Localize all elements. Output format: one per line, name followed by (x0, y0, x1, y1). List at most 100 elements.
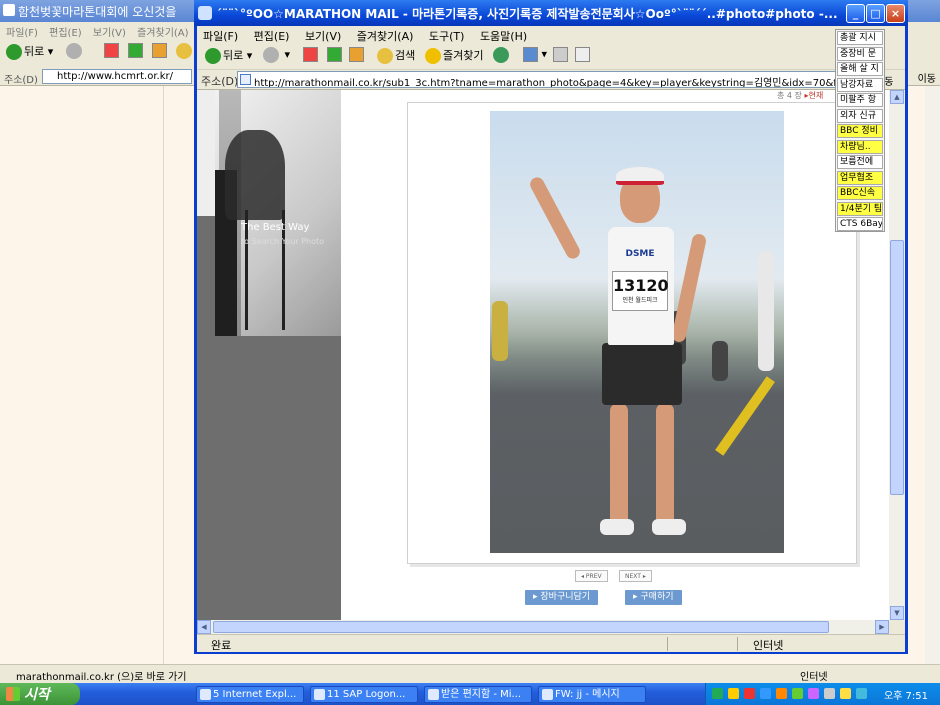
bg-go-button[interactable]: 이동 (918, 70, 936, 85)
tray-icon-2[interactable] (728, 688, 739, 699)
stop-icon (104, 43, 119, 58)
sticky-note-item[interactable]: 올해 살 지 (837, 62, 883, 76)
menu-help[interactable]: 도움말(H) (480, 30, 527, 43)
bg-search-button[interactable] (176, 43, 194, 63)
bg-menu-file[interactable]: 파일(F) (6, 28, 38, 39)
tray-icon-8[interactable] (824, 688, 835, 699)
menu-favorites[interactable]: 즐겨찾기(A) (357, 30, 414, 43)
buy-button[interactable]: ▸ 구매하기 (625, 590, 682, 605)
prev-button[interactable]: ◂ PREV (575, 570, 608, 582)
bg-menu-edit[interactable]: 편집(E) (49, 28, 82, 39)
refresh-button[interactable] (327, 47, 342, 67)
horizontal-scrollbar[interactable]: ◀ ▶ (197, 620, 889, 634)
taskbar-item-ie[interactable]: 5 Internet Expl... (196, 686, 304, 703)
statusbar: 완료 인터넷 (197, 634, 905, 652)
photo-search-side-panel: The Best Way to Search Your Photo (197, 90, 341, 620)
tray-icon-3[interactable] (744, 688, 755, 699)
scroll-right-icon[interactable]: ▶ (875, 620, 889, 634)
runner-figure: DSME 13120 인천 월드피크 (527, 167, 708, 547)
bg-home-button[interactable] (152, 43, 167, 63)
taskbar-item-message[interactable]: FW: jj - 메시지 (538, 686, 646, 703)
back-arrow-icon (205, 48, 221, 64)
home-icon (349, 47, 364, 62)
vertical-scrollbar[interactable]: ▲ ▼ (889, 90, 905, 620)
scroll-down-icon[interactable]: ▼ (890, 606, 904, 620)
page-content: The Best Way to Search Your Photo 총 4 장 … (197, 90, 889, 620)
sticky-note-item[interactable]: 미팔주 항 (837, 93, 883, 107)
address-bar: 주소(D) http://marathonmail.co.kr/sub1_3c.… (197, 70, 905, 90)
ie-page-icon (3, 4, 15, 16)
sticky-note-item[interactable]: 보름전에 (837, 155, 883, 169)
bg-address-input[interactable]: http://www.hcmrt.or.kr/ (42, 69, 192, 84)
tray-icon-9[interactable] (840, 688, 851, 699)
sticky-note-item[interactable]: 차량님.. (837, 139, 883, 154)
home-button[interactable] (349, 47, 364, 67)
ie-page-icon (198, 6, 212, 20)
sticky-note-item[interactable]: 1/4분기 팀 (837, 201, 883, 216)
outlook-icon (428, 689, 439, 700)
scroll-up-icon[interactable]: ▲ (890, 90, 904, 104)
sticky-note-item[interactable]: 외자 신규 (837, 108, 883, 123)
favorites-button[interactable]: 즐겨찾기 (425, 47, 483, 67)
taskbar-item-inbox[interactable]: 받은 편지함 - Mi... (424, 686, 532, 703)
close-button[interactable]: × (886, 4, 905, 23)
sticky-note-item[interactable]: BBC 정비 (837, 124, 883, 138)
background-vertical-scrollbar[interactable] (925, 86, 940, 664)
tray-icon-7[interactable] (808, 688, 819, 699)
bg-status-zone: 인터넷 (800, 672, 828, 683)
forward-arrow-icon (66, 43, 82, 59)
sticky-note-item[interactable]: 업무협조 (837, 170, 883, 185)
bg-address-label: 주소(D) (4, 75, 38, 86)
forward-button[interactable]: ▾ (263, 47, 290, 67)
runner-photo[interactable]: DSME 13120 인천 월드피크 (490, 111, 784, 553)
tray-icon-4[interactable] (760, 688, 771, 699)
menu-edit[interactable]: 편집(E) (254, 30, 290, 43)
menu-tools[interactable]: 도구(T) (429, 30, 465, 43)
hscroll-thumb[interactable] (213, 621, 829, 633)
sticky-note-item[interactable]: CTS 6Bay (837, 217, 883, 231)
stop-button[interactable] (303, 47, 318, 67)
bg-refresh-button[interactable] (128, 43, 143, 63)
background-statusbar: marathonmail.co.kr (으)로 바로 가기 인터넷 (0, 664, 940, 684)
mail-button[interactable]: ▾ (523, 47, 547, 67)
sticky-note-item[interactable]: BBC신속 (837, 186, 883, 200)
tray-icon-6[interactable] (792, 688, 803, 699)
status-text: 완료 (211, 639, 232, 652)
next-button[interactable]: NEXT ▸ (619, 570, 652, 582)
scroll-thumb[interactable] (890, 240, 904, 495)
clock: 오후 7:51 (883, 691, 928, 702)
sticky-note-item[interactable]: 중장비 문 (837, 46, 883, 61)
bg-menu-favorites[interactable]: 즐겨찾기(A) (137, 28, 188, 39)
sticky-note-item[interactable]: 총괄 지시 (837, 31, 883, 45)
tray-icon-1[interactable] (712, 688, 723, 699)
history-button[interactable] (493, 47, 511, 67)
edit-icon (575, 47, 590, 62)
photo-frame: DSME 13120 인천 월드피크 (407, 102, 857, 564)
tray-icon-5[interactable] (776, 688, 787, 699)
menu-view[interactable]: 보기(V) (305, 30, 341, 43)
back-arrow-icon (6, 44, 22, 60)
scroll-left-icon[interactable]: ◀ (197, 620, 211, 634)
bib-sub: 인천 월드피크 (622, 297, 658, 304)
race-bib: 13120 인천 월드피크 (612, 271, 669, 311)
windows-logo-icon (6, 687, 20, 701)
page-icon (240, 74, 251, 85)
back-button[interactable]: 뒤로 ▾ (205, 47, 252, 67)
print-button[interactable] (553, 47, 568, 67)
taskbar-item-sap[interactable]: 11 SAP Logon... (310, 686, 418, 703)
bg-stop-button[interactable] (104, 43, 119, 63)
maximize-button[interactable]: □ (866, 4, 885, 23)
tray-icon-10[interactable] (856, 688, 867, 699)
add-to-cart-button[interactable]: ▸ 장바구니담기 (525, 590, 599, 605)
sticky-note-item[interactable]: 남강자료 (837, 77, 883, 92)
bg-back-button[interactable]: 뒤로 ▾ (6, 43, 53, 63)
bg-forward-button[interactable] (66, 43, 84, 63)
start-button[interactable]: 시작 (0, 683, 80, 705)
search-button[interactable]: 검색 (377, 47, 415, 67)
edit-button[interactable] (575, 47, 590, 67)
minimize-button[interactable]: _ (846, 4, 865, 23)
menu-file[interactable]: 파일(F) (203, 30, 238, 43)
bg-menu-view[interactable]: 보기(V) (93, 28, 126, 39)
address-input[interactable]: http://marathonmail.co.kr/sub1_3c.htm?tn… (237, 71, 867, 88)
window-titlebar[interactable]: ´¨¨`°ºOO☆MARATHON MAIL - 마라톤기록증, 사진기록증 제… (194, 0, 908, 26)
